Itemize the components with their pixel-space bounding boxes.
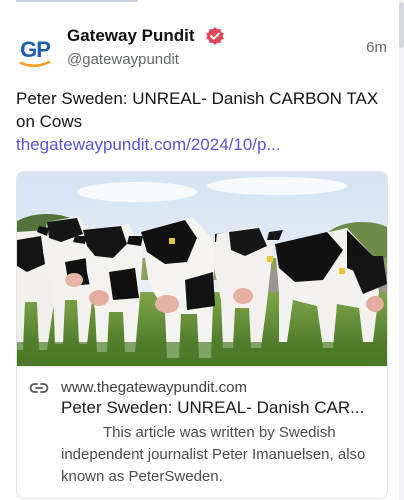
link-preview-card[interactable]: www.thegatewaypundit.com Peter Sweden: U… — [16, 171, 388, 499]
post-link[interactable]: thegatewaypundit.com/2024/10/p... — [16, 133, 394, 156]
author-handle[interactable]: @gatewaypundit — [67, 51, 179, 68]
card-image[interactable] — [17, 172, 387, 366]
author-name[interactable]: Gateway Pundit — [67, 26, 195, 46]
post-body: Peter Sweden: UNREAL- Danish CARBON TAX … — [16, 87, 394, 156]
post: GP Gateway Pundit @gatewaypundit 6m Pete… — [0, 0, 399, 500]
avatar[interactable]: GP — [16, 32, 54, 70]
scrollbar-thumb[interactable] — [399, 2, 404, 48]
card-domain: www.thegatewaypundit.com — [61, 379, 247, 396]
avatar-swoosh — [19, 60, 51, 68]
post-timestamp: 6m — [366, 39, 387, 56]
card-title[interactable]: Peter Sweden: UNREAL- Danish CAR... — [61, 398, 364, 418]
card-divider — [17, 366, 387, 367]
link-icon — [29, 383, 49, 393]
avatar-logo-text: GP — [20, 37, 50, 62]
post-text: Peter Sweden: UNREAL- Danish CARBON TAX … — [16, 89, 379, 131]
verified-badge-icon — [206, 27, 224, 45]
scrollbar-track[interactable] — [399, 0, 404, 500]
card-description: This article was written by Swedish inde… — [61, 424, 366, 485]
